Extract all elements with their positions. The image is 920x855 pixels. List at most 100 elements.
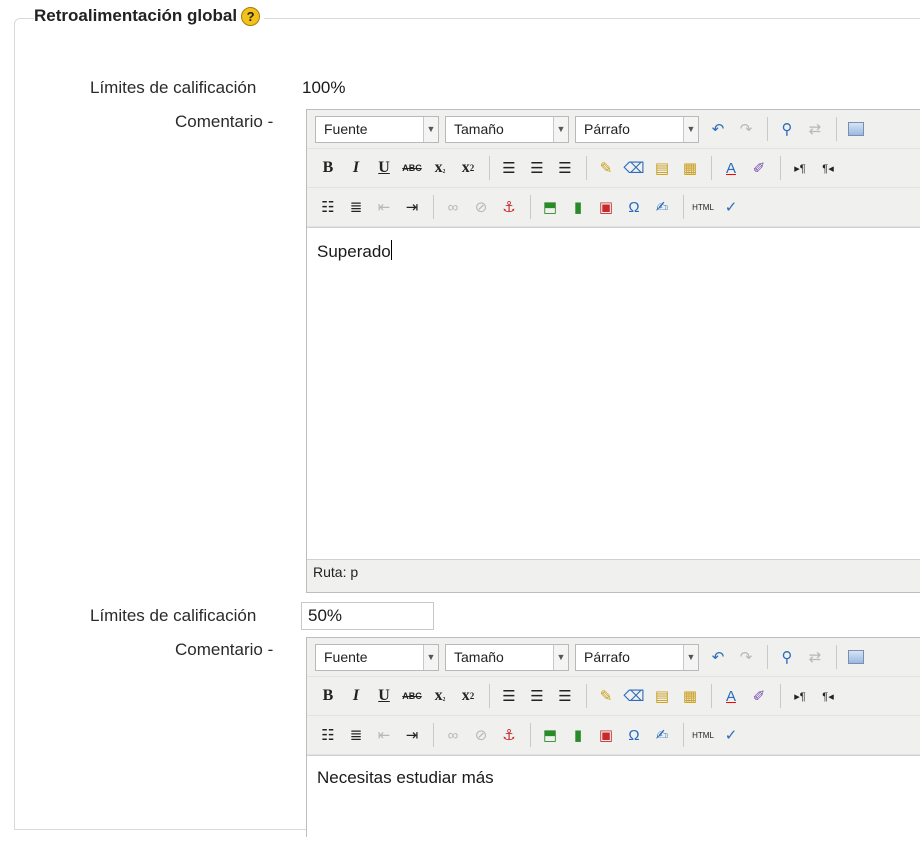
section-legend: Retroalimentación global ? bbox=[34, 6, 265, 26]
outdent-icon[interactable]: ⇤ bbox=[371, 194, 397, 220]
align-center-icon[interactable]: ☰ bbox=[524, 155, 550, 181]
bold-icon[interactable]: B bbox=[315, 155, 341, 181]
bold-icon[interactable]: B bbox=[315, 683, 341, 709]
underline-icon[interactable]: U bbox=[371, 155, 397, 181]
unlink-icon[interactable]: ⊘ bbox=[468, 194, 494, 220]
special-char-icon[interactable]: Ω bbox=[621, 194, 647, 220]
spellcheck-icon[interactable]: ✍ bbox=[649, 722, 675, 748]
emoticon-icon[interactable]: ▣ bbox=[593, 194, 619, 220]
image-icon[interactable]: ⬒ bbox=[537, 722, 563, 748]
underline-icon[interactable]: U bbox=[371, 683, 397, 709]
editor-content-area[interactable]: Superado bbox=[307, 227, 920, 559]
special-char-icon[interactable]: Ω bbox=[621, 722, 647, 748]
align-left-icon[interactable]: ☰ bbox=[496, 155, 522, 181]
cleanup-icon[interactable]: ✎ bbox=[593, 155, 619, 181]
superscript-icon[interactable]: x2 bbox=[455, 155, 481, 181]
toolbar-row-1: Fuente ▼ Tamaño ▼ Párrafo ▼ ↶ ↷ ⚲ ⇄ bbox=[307, 638, 920, 677]
link-icon[interactable]: ∞ bbox=[440, 194, 466, 220]
numbered-list-icon[interactable]: ≣ bbox=[343, 722, 369, 748]
remove-format-icon[interactable]: ⌫ bbox=[621, 155, 647, 181]
align-center-icon[interactable]: ☰ bbox=[524, 683, 550, 709]
indent-icon[interactable]: ⇥ bbox=[399, 722, 425, 748]
ltr-icon[interactable]: ▸¶ bbox=[787, 683, 813, 709]
cleanup-icon[interactable]: ✎ bbox=[593, 683, 619, 709]
font-select[interactable]: Fuente ▼ bbox=[315, 115, 439, 143]
strikethrough-icon[interactable]: ABC bbox=[399, 155, 425, 181]
spellcheck-icon[interactable]: ✍ bbox=[649, 194, 675, 220]
toolbar-row-3: ☷ ≣ ⇤ ⇥ ∞ ⊘ ⚓ ⬒ ▮ ▣ Ω ✍ HTML ✓ bbox=[307, 716, 920, 755]
align-right-icon[interactable]: ☰ bbox=[552, 683, 578, 709]
image-icon[interactable]: ⬒ bbox=[537, 194, 563, 220]
italic-icon[interactable]: I bbox=[343, 155, 369, 181]
text-color-icon[interactable]: A bbox=[718, 683, 744, 709]
grade-limit-label-2: Límites de calificación bbox=[90, 606, 257, 625]
toolbar-row-2: B I U ABC x₂ x2 ☰ ☰ ☰ ✎ ⌫ ▤ ▦ A ✐ ▸¶ ¶◂ bbox=[307, 677, 920, 716]
rich-text-editor-1: Fuente ▼ Tamaño ▼ Párrafo ▼ ↶ ↷ ⚲ ⇄ B I … bbox=[306, 109, 920, 593]
paste-text-icon[interactable]: ▤ bbox=[649, 155, 675, 181]
chevron-down-icon: ▼ bbox=[683, 116, 698, 142]
help-icon[interactable]: ? bbox=[241, 6, 261, 26]
redo-icon[interactable]: ↷ bbox=[733, 644, 759, 670]
background-color-icon[interactable]: ✐ bbox=[746, 155, 772, 181]
subscript-icon[interactable]: x₂ bbox=[427, 683, 453, 709]
outdent-icon[interactable]: ⇤ bbox=[371, 722, 397, 748]
strikethrough-icon[interactable]: ABC bbox=[399, 683, 425, 709]
grade-limit-input-2[interactable] bbox=[301, 602, 434, 630]
fullscreen-icon[interactable] bbox=[843, 644, 869, 670]
unlink-icon[interactable]: ⊘ bbox=[468, 722, 494, 748]
find-icon[interactable]: ⚲ bbox=[774, 644, 800, 670]
paste-word-icon[interactable]: ▦ bbox=[677, 683, 703, 709]
text-caret bbox=[390, 240, 392, 260]
html-source-icon[interactable]: HTML bbox=[690, 722, 716, 748]
background-color-icon[interactable]: ✐ bbox=[746, 683, 772, 709]
italic-icon[interactable]: I bbox=[343, 683, 369, 709]
format-select[interactable]: Párrafo ▼ bbox=[575, 115, 699, 143]
format-select-label: Párrafo bbox=[584, 121, 630, 137]
replace-icon[interactable]: ⇄ bbox=[802, 116, 828, 142]
align-right-icon[interactable]: ☰ bbox=[552, 155, 578, 181]
media-icon[interactable]: ▮ bbox=[565, 722, 591, 748]
size-select[interactable]: Tamaño ▼ bbox=[445, 115, 569, 143]
html-source-icon[interactable]: HTML bbox=[690, 194, 716, 220]
paste-text-icon[interactable]: ▤ bbox=[649, 683, 675, 709]
spell-icon[interactable]: ✓ bbox=[718, 194, 744, 220]
indent-icon[interactable]: ⇥ bbox=[399, 194, 425, 220]
emoticon-icon[interactable]: ▣ bbox=[593, 722, 619, 748]
anchor-icon[interactable]: ⚓ bbox=[496, 722, 522, 748]
numbered-list-icon[interactable]: ≣ bbox=[343, 194, 369, 220]
fullscreen-icon[interactable] bbox=[843, 116, 869, 142]
superscript-icon[interactable]: x2 bbox=[455, 683, 481, 709]
editor-path-bar: Ruta: p bbox=[307, 559, 920, 585]
replace-icon[interactable]: ⇄ bbox=[802, 644, 828, 670]
link-icon[interactable]: ∞ bbox=[440, 722, 466, 748]
toolbar-row-2: B I U ABC x₂ x2 ☰ ☰ ☰ ✎ ⌫ ▤ ▦ A ✐ ▸¶ ¶◂ bbox=[307, 149, 920, 188]
font-select-label: Fuente bbox=[324, 121, 368, 137]
toolbar-row-1: Fuente ▼ Tamaño ▼ Párrafo ▼ ↶ ↷ ⚲ ⇄ bbox=[307, 110, 920, 149]
remove-format-icon[interactable]: ⌫ bbox=[621, 683, 647, 709]
redo-icon[interactable]: ↷ bbox=[733, 116, 759, 142]
text-color-icon[interactable]: A bbox=[718, 155, 744, 181]
media-icon[interactable]: ▮ bbox=[565, 194, 591, 220]
bullet-list-icon[interactable]: ☷ bbox=[315, 722, 341, 748]
spell-icon[interactable]: ✓ bbox=[718, 722, 744, 748]
align-left-icon[interactable]: ☰ bbox=[496, 683, 522, 709]
editor-content-area[interactable]: Necesitas estudiar más bbox=[307, 755, 920, 855]
bullet-list-icon[interactable]: ☷ bbox=[315, 194, 341, 220]
ltr-icon[interactable]: ▸¶ bbox=[787, 155, 813, 181]
undo-icon[interactable]: ↶ bbox=[705, 644, 731, 670]
size-select[interactable]: Tamaño ▼ bbox=[445, 643, 569, 671]
find-icon[interactable]: ⚲ bbox=[774, 116, 800, 142]
undo-icon[interactable]: ↶ bbox=[705, 116, 731, 142]
font-select[interactable]: Fuente ▼ bbox=[315, 643, 439, 671]
format-select[interactable]: Párrafo ▼ bbox=[575, 643, 699, 671]
format-select-label: Párrafo bbox=[584, 649, 630, 665]
paste-word-icon[interactable]: ▦ bbox=[677, 155, 703, 181]
chevron-down-icon: ▼ bbox=[423, 644, 438, 670]
subscript-icon[interactable]: x₂ bbox=[427, 155, 453, 181]
grade-limit-value-1: 100% bbox=[302, 78, 346, 97]
rtl-icon[interactable]: ¶◂ bbox=[815, 683, 841, 709]
rtl-icon[interactable]: ¶◂ bbox=[815, 155, 841, 181]
anchor-icon[interactable]: ⚓ bbox=[496, 194, 522, 220]
editor-path-label: Ruta: p bbox=[313, 564, 359, 580]
chevron-down-icon: ▼ bbox=[423, 116, 438, 142]
